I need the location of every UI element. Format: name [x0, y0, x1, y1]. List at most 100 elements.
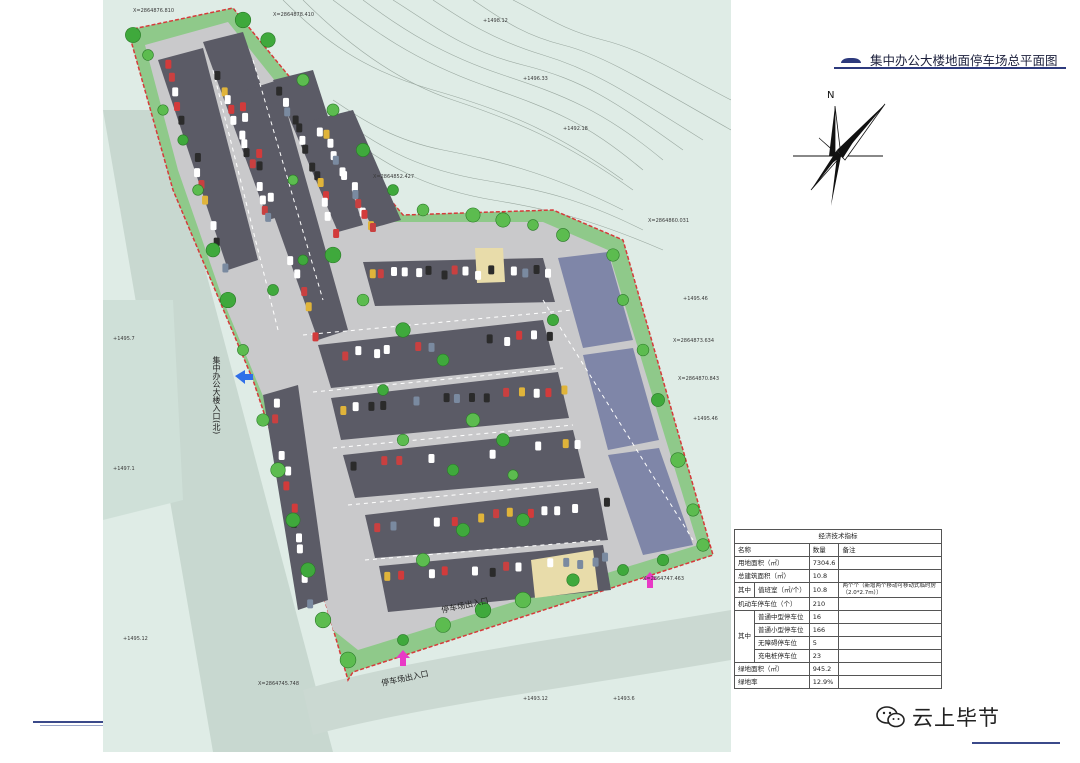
car-icon: [273, 398, 280, 408]
car-icon: [428, 342, 435, 352]
car-icon: [299, 135, 306, 145]
car-icon: [510, 266, 517, 276]
car-icon: [377, 269, 384, 279]
svg-text:+1492.18: +1492.18: [563, 126, 588, 132]
car-icon: [603, 497, 610, 507]
left-decor-line: [33, 721, 103, 723]
tree-icon: [617, 564, 629, 576]
tree-icon: [527, 219, 539, 231]
tree-icon: [396, 433, 410, 447]
car-icon: [493, 509, 500, 519]
table-row: 机动车停车位（个） 210: [734, 597, 942, 611]
tree-icon: [514, 591, 532, 609]
car-icon: [546, 331, 553, 341]
tree-icon: [142, 49, 154, 61]
car-icon: [547, 558, 554, 568]
watermark-text: 云上毕节: [912, 706, 1000, 730]
car-icon: [441, 270, 448, 280]
car-icon: [178, 115, 185, 125]
car-icon: [239, 102, 246, 112]
tree-icon: [496, 433, 510, 447]
technical-indicators-table: 经济技术指标 名称 数量 备注 用地面积（㎡） 7304.6 总建筑面积（㎡） …: [734, 529, 942, 689]
tree-icon: [314, 611, 332, 629]
car-icon: [391, 267, 398, 277]
car-icon: [221, 87, 228, 97]
car-icon: [453, 394, 460, 404]
tree-icon: [296, 73, 310, 87]
tree-icon: [606, 248, 620, 262]
table-row: 用地面积（㎡） 7304.6: [734, 556, 942, 570]
svg-text:+1493.12: +1493.12: [523, 696, 548, 702]
svg-text:X=2864878.410: X=2864878.410: [273, 12, 314, 18]
car-icon: [451, 265, 458, 275]
tree-icon: [219, 291, 237, 309]
tree-icon: [435, 617, 451, 633]
car-icon: [317, 177, 324, 187]
car-icon: [518, 387, 525, 397]
car-icon: [545, 268, 552, 278]
car-icon: [174, 101, 181, 111]
car-icon: [428, 569, 435, 579]
tree-icon: [297, 254, 309, 266]
car-icon: [214, 71, 221, 81]
car-icon: [165, 59, 172, 69]
car-icon: [561, 385, 568, 395]
car-icon: [506, 507, 513, 517]
car-icon: [433, 517, 440, 527]
car-icon: [355, 199, 362, 209]
svg-text:+1493.6: +1493.6: [613, 696, 635, 702]
tree-icon: [547, 314, 559, 326]
north-arrow-icon: N: [793, 90, 886, 206]
car-icon: [259, 195, 266, 205]
car-icon: [574, 439, 581, 449]
car-icon: [296, 544, 303, 554]
tree-icon: [395, 322, 411, 338]
tree-icon: [300, 562, 316, 578]
tree-icon: [636, 343, 650, 357]
svg-text:X=2864876.810: X=2864876.810: [133, 8, 174, 14]
car-icon: [592, 557, 599, 567]
car-icon: [451, 517, 458, 527]
car-icon: [194, 168, 201, 178]
tree-icon: [339, 651, 357, 669]
tree-icon: [287, 174, 299, 186]
drawing-title: 集中办公大楼地面停车场总平面图: [834, 46, 1066, 70]
car-icon: [602, 552, 609, 562]
car-icon: [383, 344, 390, 354]
car-icon: [294, 269, 301, 279]
car-icon: [416, 268, 423, 278]
tree-icon: [416, 203, 430, 217]
car-icon: [415, 341, 422, 351]
svg-text:+1496.33: +1496.33: [523, 76, 548, 82]
svg-text:X=2864852.427: X=2864852.427: [373, 174, 414, 180]
car-icon: [350, 461, 357, 471]
car-icon: [309, 162, 316, 172]
svg-text:X=2864873.634: X=2864873.634: [673, 338, 714, 344]
car-icon: [369, 269, 376, 279]
svg-text:+1495.46: +1495.46: [683, 296, 708, 302]
car-icon: [398, 570, 405, 580]
car-icon: [194, 153, 201, 163]
tree-icon: [556, 228, 570, 242]
car-icon: [369, 222, 376, 232]
tree-icon: [696, 538, 710, 552]
svg-text:+1497.1: +1497.1: [113, 466, 135, 472]
car-icon: [230, 115, 237, 125]
car-icon: [489, 567, 496, 577]
car-icon: [341, 171, 348, 181]
car-icon: [396, 456, 403, 466]
car-icon: [374, 349, 381, 359]
car-icon: [272, 414, 279, 424]
car-icon: [441, 566, 448, 576]
car-icon: [533, 388, 540, 398]
car-icon: [256, 182, 263, 192]
car-icon: [486, 334, 493, 344]
car-icon: [428, 454, 435, 464]
car-icon: [384, 571, 391, 581]
svg-text:+1495.46: +1495.46: [693, 416, 718, 422]
table-header: 数量: [808, 543, 840, 557]
tree-icon: [651, 393, 665, 407]
car-icon: [841, 58, 861, 63]
north-label: N: [827, 90, 834, 101]
tree-icon: [324, 246, 342, 264]
